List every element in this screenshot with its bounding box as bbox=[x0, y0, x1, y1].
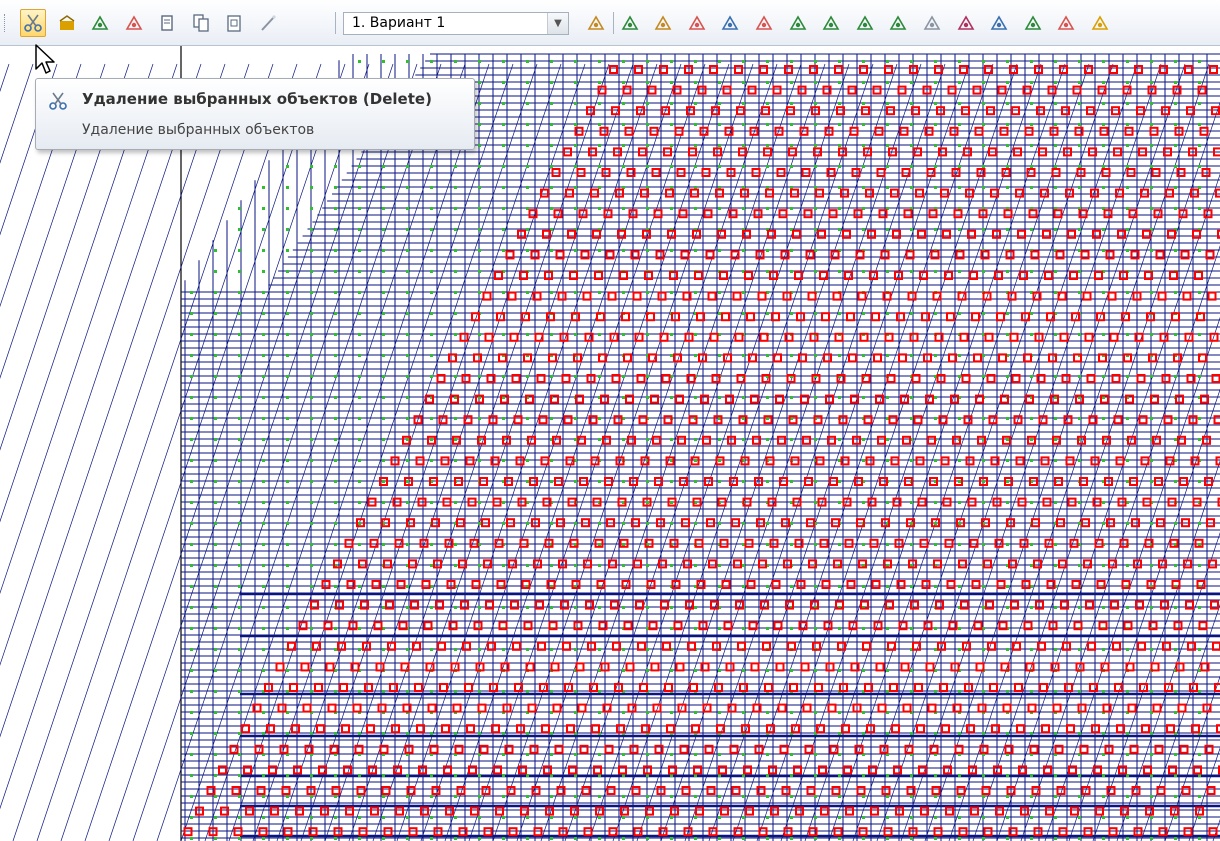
paste-doc-button[interactable] bbox=[221, 9, 247, 37]
variant-select[interactable]: 1. Вариант 1 ▼ bbox=[343, 12, 569, 35]
hinge-button[interactable] bbox=[986, 9, 1012, 37]
copy-docs-icon bbox=[192, 14, 209, 32]
copy-doc-button[interactable] bbox=[154, 9, 180, 37]
add-node-icon bbox=[125, 15, 142, 30]
tooltip-description: Удаление выбранных объектов bbox=[82, 122, 315, 138]
label-axes-button[interactable] bbox=[1020, 9, 1046, 37]
open-box-button[interactable] bbox=[54, 9, 80, 37]
finite-element-mesh[interactable] bbox=[0, 46, 1220, 841]
open-box-icon bbox=[59, 15, 74, 30]
stack-icon bbox=[957, 15, 974, 30]
mouse-pointer-icon bbox=[35, 44, 55, 74]
model-viewport[interactable] bbox=[0, 46, 1220, 841]
toolbar-separator bbox=[335, 12, 336, 34]
eraser-icon bbox=[755, 15, 773, 30]
table-button[interactable] bbox=[717, 9, 743, 37]
wand-icon bbox=[260, 15, 276, 31]
label-axes-icon bbox=[1024, 15, 1042, 30]
hatch-button[interactable] bbox=[818, 9, 844, 37]
pin-nodes-icon bbox=[91, 15, 109, 30]
split-button[interactable] bbox=[852, 9, 878, 37]
wand-button[interactable] bbox=[255, 9, 281, 37]
toolbar-grip[interactable] bbox=[4, 14, 7, 32]
frame-icon bbox=[1057, 15, 1075, 30]
tool-button[interactable] bbox=[919, 9, 945, 37]
scissors-button[interactable] bbox=[20, 9, 46, 37]
scissors-icon bbox=[24, 14, 42, 32]
supports-icon bbox=[621, 15, 638, 30]
rotate-axes-icon bbox=[789, 15, 806, 30]
grid-color-button[interactable] bbox=[1087, 9, 1113, 37]
chevron-down-icon[interactable]: ▼ bbox=[547, 13, 568, 34]
pin-nodes-button[interactable] bbox=[87, 9, 113, 37]
hinge-icon bbox=[990, 15, 1008, 30]
hammer-icon bbox=[587, 15, 605, 30]
copy-doc-icon bbox=[161, 15, 173, 31]
swirl-button[interactable] bbox=[885, 9, 911, 37]
rotate-axes-button[interactable] bbox=[785, 9, 811, 37]
variant-select-value: 1. Вариант 1 bbox=[352, 15, 446, 31]
frame-button[interactable] bbox=[1053, 9, 1079, 37]
paste-doc-icon bbox=[227, 15, 241, 32]
spring-grid-icon bbox=[688, 15, 706, 30]
add-node-button[interactable] bbox=[121, 9, 147, 37]
tooltip-title: Удаление выбранных объектов (Delete) bbox=[82, 90, 432, 108]
grid-color-icon bbox=[1091, 15, 1109, 30]
scissors-icon bbox=[49, 92, 67, 110]
hatch-icon bbox=[822, 15, 840, 30]
loads-button[interactable] bbox=[650, 9, 676, 37]
stack-button[interactable] bbox=[953, 9, 979, 37]
main-toolbar: 1. Вариант 1 ▼ bbox=[0, 0, 1220, 46]
eraser-button[interactable] bbox=[751, 9, 777, 37]
copy-docs-button[interactable] bbox=[188, 9, 214, 37]
toolbar-separator bbox=[613, 12, 614, 34]
split-icon bbox=[856, 15, 874, 30]
hammer-button[interactable] bbox=[583, 9, 609, 37]
supports-button[interactable] bbox=[617, 9, 643, 37]
swirl-icon bbox=[889, 15, 907, 30]
tool-icon bbox=[923, 15, 941, 30]
spring-grid-button[interactable] bbox=[684, 9, 710, 37]
table-icon bbox=[721, 15, 739, 30]
tooltip: Удаление выбранных объектов (Delete) Уда… bbox=[35, 78, 475, 150]
loads-icon bbox=[654, 15, 672, 30]
